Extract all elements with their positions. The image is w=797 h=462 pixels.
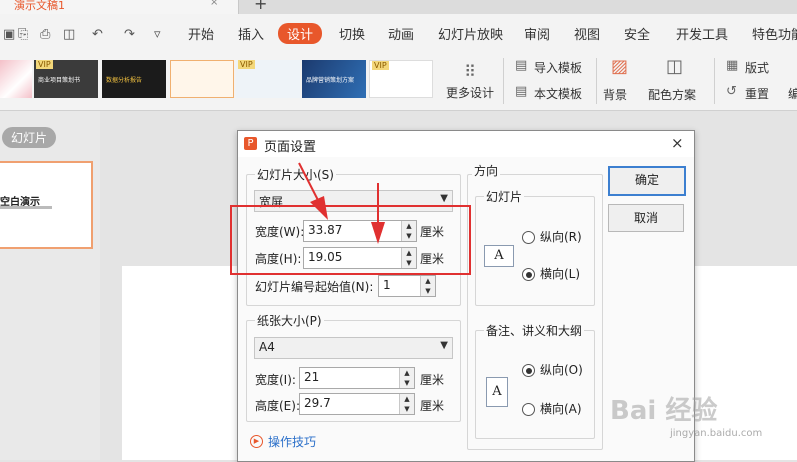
baidu-watermark-url: jingyan.baidu.com bbox=[670, 428, 763, 439]
baidu-watermark-logo: Bai 经验 bbox=[610, 396, 718, 426]
annotation-arrowhead-2 bbox=[371, 222, 385, 244]
annotation-arrowhead-1 bbox=[310, 196, 328, 220]
